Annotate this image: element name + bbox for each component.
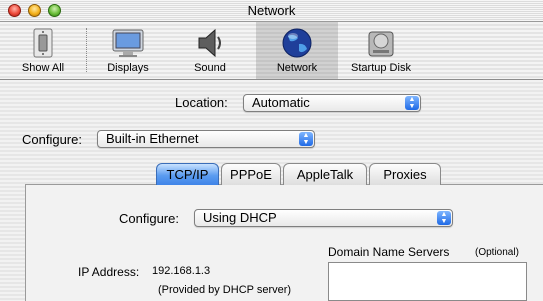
toolbar-sound[interactable]: Sound — [174, 22, 246, 79]
toolbar-displays[interactable]: Displays — [92, 22, 164, 79]
location-label: Location: — [175, 95, 228, 110]
tcpip-configure-label: Configure: — [119, 211, 179, 226]
ip-address-value: 192.168.1.3 — [152, 265, 211, 277]
toolbar-label-startup-disk: Startup Disk — [351, 62, 411, 74]
toolbar-label-sound: Sound — [194, 62, 226, 74]
toolbar-label-show-all: Show All — [21, 62, 65, 74]
ip-address-label: IP Address: — [78, 265, 140, 279]
tab-proxies[interactable]: Proxies — [369, 163, 441, 185]
light-switch-icon — [33, 28, 53, 58]
configure-interface-popup[interactable]: Built-in Ethernet ▲ ▼ — [97, 130, 315, 148]
toolbar-show-all[interactable]: Show All — [8, 22, 78, 79]
tcpip-configure-popup[interactable]: Using DHCP ▲ ▼ — [194, 209, 453, 227]
popup-arrows-icon: ▲ ▼ — [437, 211, 451, 225]
toolbar: Show All Displays Sound Network Startup … — [0, 22, 543, 80]
tcpip-configure-value: Using DHCP — [203, 210, 277, 225]
tab-tcpip[interactable]: TCP/IP — [156, 163, 219, 185]
toolbar-network[interactable]: Network — [256, 22, 338, 79]
toolbar-startup-disk[interactable]: Startup Disk — [338, 22, 424, 79]
globe-icon — [282, 28, 312, 58]
configure-interface-label: Configure: — [22, 132, 82, 147]
display-monitor-icon — [112, 29, 144, 57]
popup-arrows-icon: ▲ ▼ — [299, 132, 313, 146]
tab-appletalk[interactable]: AppleTalk — [283, 163, 367, 185]
toolbar-label-network: Network — [276, 62, 318, 74]
popup-arrows-icon: ▲ ▼ — [405, 96, 419, 110]
configure-interface-value: Built-in Ethernet — [106, 131, 199, 146]
title-bar: Network — [0, 0, 543, 22]
speaker-icon — [198, 28, 221, 58]
dns-optional-label: (Optional) — [475, 247, 519, 258]
ip-address-note: (Provided by DHCP server) — [158, 284, 292, 296]
location-popup[interactable]: Automatic ▲ ▼ — [243, 94, 421, 112]
hard-disk-icon — [368, 31, 394, 57]
location-value: Automatic — [252, 95, 310, 110]
toolbar-separator — [86, 28, 87, 72]
dns-label: Domain Name Servers — [328, 245, 450, 259]
tab-pppoe[interactable]: PPPoE — [221, 163, 281, 185]
window-title: Network — [247, 3, 296, 18]
toolbar-label-displays: Displays — [107, 62, 149, 74]
dns-servers-field[interactable] — [328, 262, 527, 301]
